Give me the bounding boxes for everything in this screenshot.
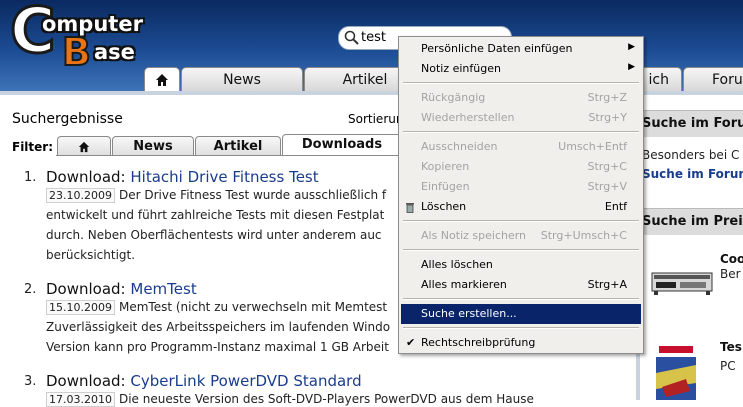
nav-tab-news[interactable]: News <box>181 67 303 91</box>
result-title: Download: MemTest <box>46 280 197 298</box>
result-snippet-line: entwickelt und führt zahlreiche Tests mi… <box>46 208 385 222</box>
result-prefix: Download: <box>46 372 131 390</box>
menu-item-label: Persönliche Daten einfügen <box>421 42 573 55</box>
menu-item-label: Suche erstellen... <box>421 307 517 320</box>
menu-separator <box>403 298 639 300</box>
sidebar-heading: Suche im Preis <box>642 214 743 229</box>
menu-item-shortcut: Strg+Umsch+C <box>540 229 627 242</box>
sidebar-text: Besonders bei C <box>642 148 740 162</box>
menu-item-shortcut: Strg+C <box>587 160 627 173</box>
menu-item-shortcut: Entf <box>604 200 627 213</box>
home-icon <box>78 141 90 153</box>
result-number: 1. <box>24 170 37 185</box>
context-menu: Persönliche Daten einfügen ▶ Notiz einfü… <box>398 36 644 354</box>
result-snippet-line: durch. Neben Oberflächentests wird unter… <box>46 228 382 242</box>
menu-item-label: Rechtschreibprüfung <box>421 336 536 349</box>
submenu-arrow-icon: ▶ <box>628 42 635 52</box>
result-prefix: Download: <box>46 280 131 298</box>
submenu-arrow-icon: ▶ <box>628 62 635 72</box>
game-cover-image[interactable] <box>656 343 696 400</box>
menu-item-insert-note[interactable]: Notiz einfügen ▶ <box>401 59 641 79</box>
menu-item-select-all[interactable]: Alles markieren Strg+A <box>401 275 641 295</box>
menu-item-label: Als Notiz speichern <box>421 229 527 242</box>
result-title: Download: CyberLink PowerDVD Standard <box>46 372 362 390</box>
menu-item-copy[interactable]: Kopieren Strg+C <box>401 157 641 177</box>
menu-item-undo[interactable]: Rückgängig Strg+Z <box>401 88 641 108</box>
menu-item-insert-personal-data[interactable]: Persönliche Daten einfügen ▶ <box>401 39 641 59</box>
menu-item-label: Alles löschen <box>421 258 493 271</box>
result-snippet-line: berücksichtigt. <box>46 248 136 262</box>
menu-item-label: Rückgängig <box>421 91 486 104</box>
menu-item-delete[interactable]: Löschen Entf <box>401 197 641 217</box>
sidebar-forum-search-header: Suche im Foru <box>640 110 743 137</box>
result-link[interactable]: MemTest <box>130 280 196 298</box>
filter-tab-news[interactable]: News <box>112 136 194 156</box>
result-snippet-line: 23.10.2009 Der Drive Fitness Test wurde a… <box>46 188 386 203</box>
result-date: 23.10.2009 <box>46 188 115 203</box>
menu-item-label: Alles markieren <box>421 278 507 291</box>
result-snippet-text: Der Drive Fitness Test wurde ausschließl… <box>118 188 387 202</box>
product-subtitle: PC <box>720 359 736 373</box>
sidebar-forum-link[interactable]: Suche im Forum <box>642 167 743 181</box>
result-title: Download: Hitachi Drive Fitness Test <box>46 168 319 186</box>
menu-item-shortcut: Strg+Y <box>588 111 627 124</box>
result-snippet-text: MemTest (nicht zu verwechseln mit Memtes… <box>118 300 388 314</box>
result-snippet-line: 15.10.2009 MemTest (nicht zu verwechseln … <box>46 300 387 315</box>
product-title[interactable]: Tes <box>720 340 742 354</box>
menu-item-create-search[interactable]: Suche erstellen... <box>401 304 641 324</box>
result-date: 15.10.2009 <box>46 300 115 315</box>
computerbase-logo[interactable]: C omputer B ase <box>6 0 156 75</box>
result-prefix: Download: <box>46 168 131 186</box>
result-number: 3. <box>24 374 37 389</box>
product-image[interactable] <box>650 265 714 299</box>
product-title[interactable]: Coo <box>720 252 743 266</box>
menu-item-shortcut: Strg+Z <box>587 91 627 104</box>
sort-label: Sortierun <box>348 112 404 126</box>
result-number: 2. <box>24 282 37 297</box>
filter-label: Filter: <box>12 140 54 154</box>
result-snippet-line: Zuverlässigkeit des Arbeitsspeichers im … <box>46 320 391 334</box>
product-subtitle: Ber <box>720 267 741 281</box>
nav-tab-home[interactable] <box>144 67 180 91</box>
result-snippet-line: Version kann pro Programm-Instanz maxima… <box>46 340 389 354</box>
menu-item-spellcheck[interactable]: ✔ Rechtschreibprüfung <box>401 333 641 353</box>
menu-item-shortcut: Strg+V <box>587 180 627 193</box>
result-snippet-text: Die neueste Version des Soft-DVD-Players… <box>118 392 534 406</box>
checkmark-icon: ✔ <box>406 336 416 349</box>
menu-item-label: Löschen <box>421 200 467 213</box>
nav-tab-forum[interactable]: Foru <box>683 67 743 91</box>
filter-tab-artikel[interactable]: Artikel <box>195 136 281 156</box>
trash-icon <box>406 203 414 213</box>
menu-item-label: Kopieren <box>421 160 470 173</box>
menu-item-label: Ausschneiden <box>421 140 498 153</box>
sidebar-heading: Suche im Foru <box>642 116 743 131</box>
filter-tab-downloads[interactable]: Downloads <box>282 134 402 156</box>
right-sidebar: Suche im Foru Besonders bei C Suche im F… <box>640 95 743 400</box>
logo-word-base: ase <box>94 40 135 64</box>
result-link[interactable]: CyberLink PowerDVD Standard <box>130 372 361 390</box>
menu-separator <box>403 131 639 133</box>
home-icon <box>156 74 168 86</box>
result-link[interactable]: Hitachi Drive Fitness Test <box>130 168 318 186</box>
menu-item-cut[interactable]: Ausschneiden Umsch+Entf <box>401 137 641 157</box>
menu-item-label: Notiz einfügen <box>421 62 501 75</box>
menu-item-save-as-note[interactable]: Als Notiz speichern Strg+Umsch+C <box>401 226 641 246</box>
menu-item-redo[interactable]: Wiederherstellen Strg+Y <box>401 108 641 128</box>
logo-word-computer: omputer <box>42 12 143 36</box>
menu-item-label: Wiederherstellen <box>421 111 515 124</box>
sidebar-price-search-header: Suche im Preis <box>640 208 743 235</box>
menu-separator <box>403 327 639 329</box>
search-icon[interactable] <box>344 30 360 46</box>
menu-item-shortcut: Strg+A <box>587 278 627 291</box>
logo-letter-b: B <box>61 29 92 75</box>
page-title: Suchergebnisse <box>12 111 123 127</box>
menu-separator <box>403 249 639 251</box>
filter-tab-home[interactable] <box>57 136 111 156</box>
menu-item-shortcut: Umsch+Entf <box>558 140 627 153</box>
menu-item-label: Einfügen <box>421 180 470 193</box>
menu-separator <box>403 220 639 222</box>
menu-item-paste[interactable]: Einfügen Strg+V <box>401 177 641 197</box>
menu-separator <box>403 82 639 84</box>
menu-item-clear-all[interactable]: Alles löschen <box>401 255 641 275</box>
